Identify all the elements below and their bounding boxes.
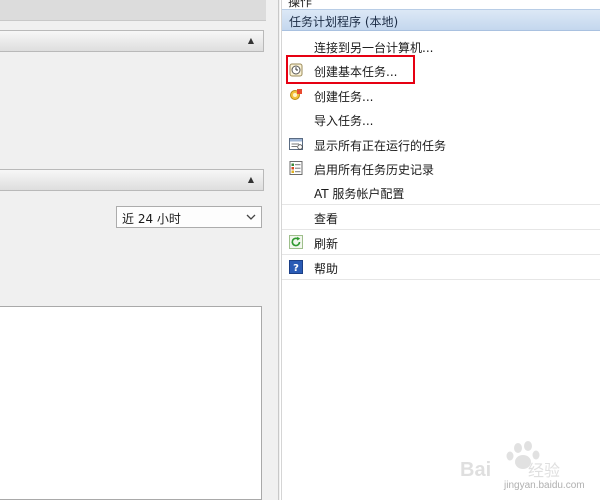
watermark-url: jingyan.baidu.com xyxy=(504,480,585,491)
highlight-box xyxy=(286,55,415,84)
refresh-icon xyxy=(289,235,303,249)
collapse-up-icon[interactable]: ▲ xyxy=(245,174,257,186)
action-refresh[interactable]: 刷新 xyxy=(282,230,600,255)
action-label: 启用所有任务历史记录 xyxy=(314,163,435,177)
section-header-status[interactable]: ▲ xyxy=(0,169,264,191)
action-label: 导入任务... xyxy=(314,114,374,128)
group-header-label: 任务计划程序 (本地) xyxy=(289,15,399,29)
chevron-down-icon xyxy=(246,214,256,220)
action-view[interactable]: 查看 xyxy=(282,205,600,230)
action-create-task[interactable]: 创建任务... xyxy=(282,83,600,108)
action-enable-task-history[interactable]: 启用所有任务历史记录 xyxy=(282,156,600,181)
help-icon: ? xyxy=(289,260,303,274)
action-label: 创建任务... xyxy=(314,90,374,104)
section-header-summary[interactable]: ▲ xyxy=(0,30,264,52)
task-icon xyxy=(290,89,302,100)
baidu-jingyan-watermark-icon: Bai 经验 xyxy=(460,441,560,481)
action-label: 显示所有正在运行的任务 xyxy=(314,139,447,153)
action-help[interactable]: ? 帮助 xyxy=(282,255,600,280)
time-range-select[interactable]: 近 24 小时 xyxy=(116,206,262,228)
pane-splitter[interactable] xyxy=(266,0,280,500)
left-pane: ▲ ▲ 近 24 小时 xyxy=(0,0,272,500)
time-range-value: 近 24 小时 xyxy=(122,212,181,226)
svg-text:经验: 经验 xyxy=(528,461,560,480)
action-at-service-config[interactable]: AT 服务帐户配置 xyxy=(282,180,600,205)
action-label: 连接到另一台计算机... xyxy=(314,41,434,55)
task-status-list[interactable] xyxy=(0,306,262,500)
action-show-running-tasks[interactable]: 显示所有正在运行的任务 xyxy=(282,132,600,157)
group-header-task-scheduler[interactable]: 任务计划程序 (本地) xyxy=(282,9,600,31)
collapse-up-icon[interactable]: ▲ xyxy=(245,35,257,47)
svg-text:?: ? xyxy=(293,263,299,274)
history-icon xyxy=(289,161,303,175)
top-strip xyxy=(0,0,266,21)
svg-text:Bai: Bai xyxy=(460,459,491,481)
action-label: 帮助 xyxy=(314,262,339,276)
action-label: 刷新 xyxy=(314,237,339,251)
section-body-summary xyxy=(0,52,264,158)
action-label: 查看 xyxy=(314,212,339,226)
menu-separator xyxy=(282,279,600,280)
action-label: AT 服务帐户配置 xyxy=(314,187,405,201)
action-import-task[interactable]: 导入任务... xyxy=(282,107,600,132)
running-tasks-icon xyxy=(289,138,303,150)
